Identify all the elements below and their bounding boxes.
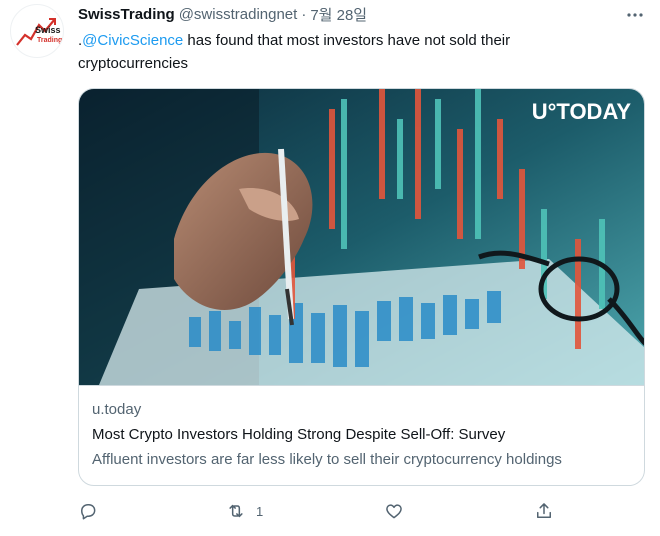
svg-text:Trading: Trading (37, 37, 62, 44)
like-button[interactable] (384, 498, 404, 524)
author-name[interactable]: SwissTrading (78, 6, 175, 23)
share-icon (537, 503, 551, 518)
card-description: Affluent investors are far less likely t… (92, 451, 562, 468)
svg-text:Swiss: Swiss (35, 25, 61, 35)
tweet-date[interactable]: 7월 28일 (310, 4, 367, 25)
tweet[interactable]: Swiss Trading SwissTrading @swisstrading… (0, 0, 660, 536)
card-domain: u.today (92, 401, 142, 418)
reply-icon (81, 504, 96, 520)
avatar-logo-text: Swiss Trading (35, 25, 62, 44)
retweet-button[interactable]: 1 (226, 498, 263, 524)
card-image[interactable]: U°TODAY (79, 89, 644, 385)
retweet-icon (229, 504, 243, 518)
link-card[interactable]: U°TODAY u.today Most Crypto Investors Ho… (78, 88, 645, 486)
tweet-text-line1: has found that most investors have not s… (183, 32, 511, 49)
card-divider (79, 385, 644, 386)
tweet-text-line2: cryptocurrencies (78, 55, 189, 72)
retweet-count: 1 (256, 503, 264, 519)
card-image-brand: U°TODAY (532, 99, 632, 124)
separator-dot: · (301, 5, 307, 23)
tweet-header: SwissTrading @swisstradingnet · 7월 28일 (78, 4, 367, 24)
mention-link[interactable]: @CivicScience (82, 32, 183, 49)
share-button[interactable] (534, 498, 554, 524)
reply-button[interactable] (78, 498, 98, 524)
more-options-icon[interactable] (626, 6, 644, 24)
heart-icon (386, 504, 402, 519)
author-handle[interactable]: @swisstradingnet (179, 6, 298, 23)
action-bar: 1 (78, 498, 638, 524)
avatar[interactable]: Swiss Trading (10, 4, 64, 58)
card-title[interactable]: Most Crypto Investors Holding Strong Des… (92, 426, 505, 443)
tweet-text: .@CivicScience has found that most inves… (78, 29, 638, 75)
